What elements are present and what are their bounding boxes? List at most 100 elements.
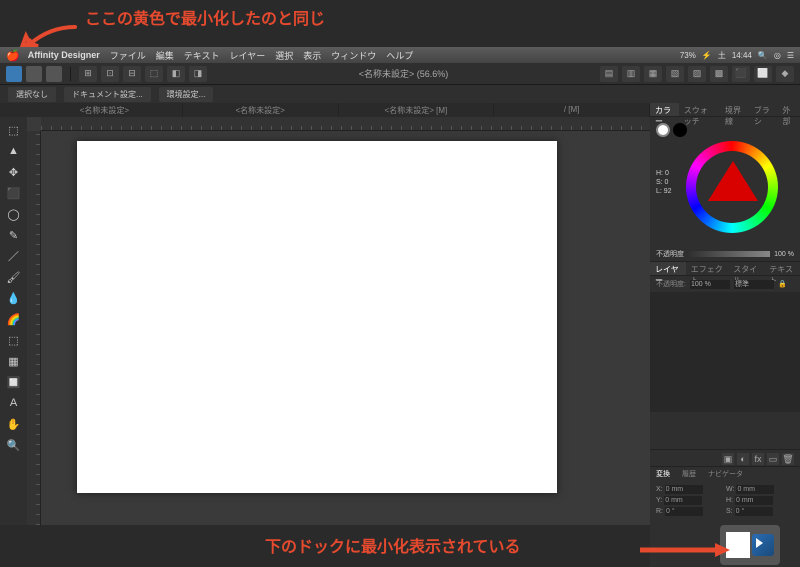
notification-icon[interactable]: ☰ [787,51,794,60]
menu-window[interactable]: ウィンドウ [331,49,376,62]
fill-tool-icon[interactable]: 💧 [5,289,23,307]
menu-edit[interactable]: 編集 [156,49,174,62]
node-tool-icon[interactable]: ▲ [5,142,23,160]
toolbar-btn[interactable]: ▩ [710,66,728,82]
toolbar-btn[interactable]: ⬜ [754,66,772,82]
toolbar-btn[interactable]: ⊟ [123,66,141,82]
tab-stroke[interactable]: 境界線 [720,103,749,116]
zoom-tool-icon[interactable]: 🔍 [5,436,23,454]
battery-status[interactable]: 73% [680,51,696,60]
pencil-tool-icon[interactable]: ／ [5,247,23,265]
tab-styles[interactable]: スタイル [728,262,764,275]
color-wheel[interactable] [686,141,778,233]
menu-help[interactable]: ヘルプ [386,49,413,62]
toolbar-btn[interactable]: ◆ [776,66,794,82]
trash-icon[interactable]: 🗑 [782,453,794,465]
toolbar-btn[interactable]: ▧ [666,66,684,82]
opacity-slider[interactable] [688,251,770,257]
ruler-horizontal[interactable] [41,117,650,131]
toolbar-btn[interactable]: ⬚ [145,66,163,82]
document-setup-button[interactable]: ドキュメント設定... [64,87,151,102]
shape-tool-icon[interactable]: ▦ [5,352,23,370]
tab-brushes[interactable]: ブラシ [749,103,778,116]
document-tab[interactable]: / [M] [494,103,650,117]
clock[interactable]: 14:44 [732,51,752,60]
pan-tool-icon[interactable]: ✋ [5,415,23,433]
ellipse-tool-icon[interactable]: ◯ [5,205,23,223]
toolbar-btn[interactable]: ⬛ [732,66,750,82]
menu-layer[interactable]: レイヤー [229,49,265,62]
layer-opacity-input[interactable] [690,280,730,289]
document-title: <名称未設定> (56.6%) [359,67,449,80]
menu-view[interactable]: 表示 [303,49,321,62]
spotlight-icon[interactable]: 🔍 [758,51,768,60]
preferences-button[interactable]: 環境設定... [159,87,214,102]
persona-pixel-icon[interactable] [26,66,42,82]
transform-s-input[interactable] [735,507,773,516]
toolbar-btn[interactable]: ▤ [600,66,618,82]
tab-history[interactable]: 履歴 [676,467,702,481]
tab-transform[interactable]: 変換 [650,467,676,481]
transform-r-input[interactable] [665,507,703,516]
toolbar-btn[interactable]: ◧ [167,66,185,82]
color-panel-tabs: カラー スウォッチ 境界線 ブラシ 外部 [650,103,800,117]
stroke-swatch[interactable] [673,123,687,137]
annotation-top: ここの黄色で最小化したのと同じ [85,5,325,29]
toolbar-btn[interactable]: ◨ [189,66,207,82]
persona-designer-icon[interactable] [6,66,22,82]
transform-y-input[interactable] [664,496,702,505]
tab-external[interactable]: 外部 [777,103,800,116]
tab-navigator[interactable]: ナビゲータ [702,467,749,481]
annotation-bottom: 下のドックに最小化表示されている [265,533,521,557]
tab-swatches[interactable]: スウォッチ [679,103,720,116]
gradient-tool-icon[interactable]: 🌈 [5,310,23,328]
toolbar-btn[interactable]: ▥ [622,66,640,82]
transform-h-input[interactable] [735,496,773,505]
toolbar-btn[interactable]: ⊡ [101,66,119,82]
tab-color[interactable]: カラー [650,103,679,116]
document-tab[interactable]: <名称未設定> [M] [339,103,495,117]
toolbar-btn[interactable]: ▦ [644,66,662,82]
crop-tool-icon[interactable]: ⬚ [5,331,23,349]
group-icon[interactable]: ▭ [767,453,779,465]
toolbar-btn[interactable]: ▨ [688,66,706,82]
menu-file[interactable]: ファイル [110,49,146,62]
canvas[interactable] [77,141,557,493]
layer-blend-select[interactable] [734,280,774,289]
menu-select[interactable]: 選択 [275,49,293,62]
color-triangle[interactable] [708,161,758,201]
toolbar-btn[interactable]: ⊞ [79,66,97,82]
ruler-vertical[interactable] [27,131,41,525]
transform-x-input[interactable] [665,485,703,494]
fx-icon[interactable]: fx [752,453,764,465]
siri-icon[interactable]: ◎ [774,51,781,60]
mask-icon[interactable]: ▣ [722,453,734,465]
wifi-icon[interactable]: ⚡ [702,51,712,60]
fill-swatch[interactable] [656,123,670,137]
menu-text[interactable]: テキスト [184,49,220,62]
document-tab[interactable]: <名称未設定> [183,103,339,117]
move-tool-icon[interactable]: ⬚ [5,121,23,139]
apple-menu-icon[interactable]: 🍎 [6,49,20,62]
canvas-viewport[interactable] [27,117,650,525]
pen-tool-icon[interactable]: ✎ [5,226,23,244]
affinity-app-icon[interactable] [752,534,774,556]
brush-tool-icon[interactable]: 🖌 [5,268,23,286]
persona-export-icon[interactable] [46,66,62,82]
lock-icon[interactable]: 🔒 [778,280,787,288]
separator [70,67,71,81]
document-tab[interactable]: <名称未設定> [27,103,183,117]
tab-text[interactable]: テキスト [764,262,800,275]
app-name[interactable]: Affinity Designer [28,50,100,60]
opacity-label: 不透明度 [656,249,684,259]
tab-layers[interactable]: レイヤー [650,262,686,275]
point-tool-icon[interactable]: ✥ [5,163,23,181]
text-tool-icon[interactable]: A [5,394,23,412]
opacity-value[interactable]: 100 % [774,251,794,258]
transform-w-input[interactable] [736,485,774,494]
tab-effects[interactable]: エフェクト [686,262,728,275]
adjustment-icon[interactable]: ◐ [737,453,749,465]
artboard-tool-icon[interactable]: 🔲 [5,373,23,391]
layers-list[interactable] [650,292,800,412]
rectangle-tool-icon[interactable]: ⬛ [5,184,23,202]
